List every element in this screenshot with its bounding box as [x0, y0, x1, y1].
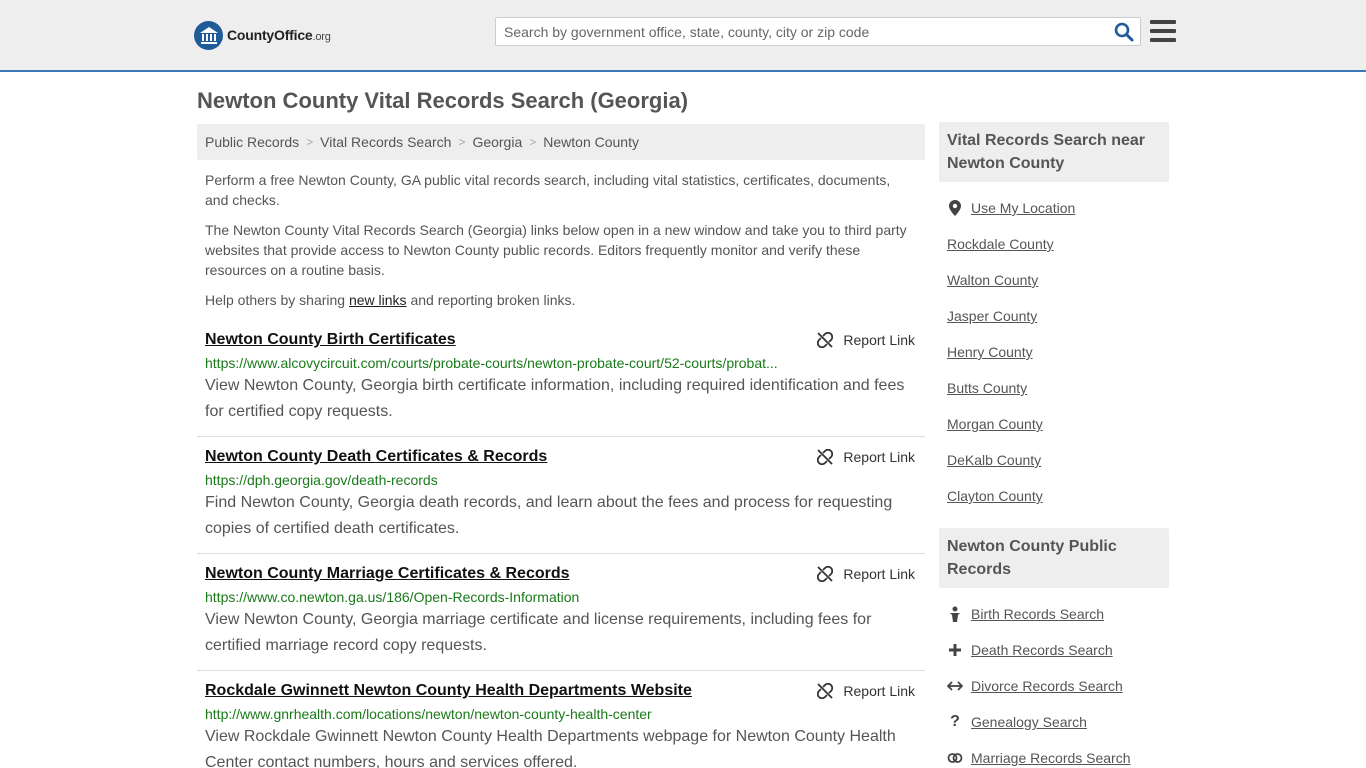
- use-location-item: Use My Location: [947, 190, 1161, 226]
- nearby-county-link[interactable]: Rockdale County: [947, 236, 1054, 252]
- breadcrumb-separator-icon: >: [458, 135, 466, 149]
- nearby-county-item: Jasper County: [947, 298, 1161, 334]
- result-title-link[interactable]: Newton County Birth Certificates: [205, 330, 456, 350]
- nearby-county-link[interactable]: Butts County: [947, 380, 1027, 396]
- intro-paragraph-2: The Newton County Vital Records Search (…: [205, 222, 907, 278]
- public-record-item: Death Records Search: [947, 632, 1161, 668]
- sidebar-heading-nearby: Vital Records Search near Newton County: [939, 122, 1169, 182]
- intro-text: Perform a free Newton County, GA public …: [205, 170, 917, 320]
- cross-icon: [947, 642, 963, 658]
- logo-tld: .org: [312, 31, 331, 43]
- breadcrumb-georgia[interactable]: Georgia: [472, 134, 522, 150]
- result-description: View Rockdale Gwinnett Newton County Hea…: [205, 728, 896, 768]
- logo-text: CountyOffice.org: [227, 27, 331, 43]
- public-record-link[interactable]: Marriage Records Search: [971, 750, 1131, 766]
- use-my-location-link[interactable]: Use My Location: [971, 200, 1075, 216]
- search-input[interactable]: [496, 18, 1106, 45]
- result-url: http://www.gnrhealth.com/locations/newto…: [205, 706, 652, 722]
- nearby-county-item: Morgan County: [947, 406, 1161, 442]
- report-link-label: Report Link: [843, 449, 915, 465]
- result-description: View Newton County, Georgia birth certif…: [205, 377, 905, 420]
- report-link-label: Report Link: [843, 566, 915, 582]
- report-link-button[interactable]: Report Link: [817, 683, 915, 699]
- public-record-item: Divorce Records Search: [947, 668, 1161, 704]
- result-item: Rockdale Gwinnett Newton County Health D…: [197, 671, 925, 768]
- sidebar-heading-public-records: Newton County Public Records: [939, 528, 1169, 588]
- nearby-county-item: Rockdale County: [947, 226, 1161, 262]
- logo-badge-icon: [194, 20, 223, 50]
- nearby-county-link[interactable]: DeKalb County: [947, 452, 1041, 468]
- result-item: Newton County Death Certificates & Recor…: [197, 437, 925, 554]
- intro-text-after: and reporting broken links.: [406, 292, 576, 308]
- logo-word: CountyOffice: [227, 27, 313, 43]
- public-record-link[interactable]: Birth Records Search: [971, 606, 1104, 622]
- map-pin-icon: [947, 200, 963, 216]
- nearby-county-link[interactable]: Morgan County: [947, 416, 1043, 432]
- public-record-item: ? Genealogy Search: [947, 704, 1161, 740]
- search-box: [495, 17, 1141, 46]
- result-title-link[interactable]: Newton County Marriage Certificates & Re…: [205, 564, 570, 584]
- breadcrumb-separator-icon: >: [306, 135, 314, 149]
- result-url: https://www.co.newton.ga.us/186/Open-Rec…: [205, 589, 580, 605]
- result-item: Newton County Birth Certificates Report …: [197, 320, 925, 437]
- breadcrumb-newton-county: Newton County: [543, 134, 639, 150]
- broken-link-icon: [817, 683, 834, 699]
- question-icon: ?: [950, 713, 960, 730]
- site-header: CountyOffice.org: [0, 0, 1366, 72]
- results-list: Newton County Birth Certificates Report …: [197, 320, 925, 768]
- nearby-county-link[interactable]: Jasper County: [947, 308, 1037, 324]
- nearby-county-link[interactable]: Clayton County: [947, 488, 1043, 504]
- arrows-split-icon: [947, 678, 963, 694]
- report-link-button[interactable]: Report Link: [817, 332, 915, 348]
- intro-text-before: Help others by sharing: [205, 292, 349, 308]
- sidebar: Vital Records Search near Newton County …: [939, 122, 1169, 768]
- nearby-county-link[interactable]: Henry County: [947, 344, 1033, 360]
- public-record-item: Marriage Records Search: [947, 740, 1161, 768]
- new-links-link[interactable]: new links: [349, 292, 407, 308]
- breadcrumb-separator-icon: >: [529, 135, 537, 149]
- baby-icon: [947, 606, 963, 622]
- intro-paragraph-1: Perform a free Newton County, GA public …: [205, 172, 891, 208]
- result-title-link[interactable]: Newton County Death Certificates & Recor…: [205, 447, 547, 467]
- search-icon[interactable]: [1114, 22, 1134, 42]
- broken-link-icon: [817, 332, 834, 348]
- result-url: https://dph.georgia.gov/death-records: [205, 472, 438, 488]
- breadcrumb-vital-records[interactable]: Vital Records Search: [320, 134, 451, 150]
- result-title-link[interactable]: Rockdale Gwinnett Newton County Health D…: [205, 681, 692, 701]
- result-description: View Newton County, Georgia marriage cer…: [205, 611, 872, 654]
- public-record-link[interactable]: Genealogy Search: [971, 714, 1087, 730]
- nearby-county-item: DeKalb County: [947, 442, 1161, 478]
- report-link-button[interactable]: Report Link: [817, 566, 915, 582]
- public-record-link[interactable]: Divorce Records Search: [971, 678, 1123, 694]
- public-record-link[interactable]: Death Records Search: [971, 642, 1113, 658]
- nearby-county-item: Clayton County: [947, 478, 1161, 514]
- public-record-item: Birth Records Search: [947, 596, 1161, 632]
- hamburger-menu-icon[interactable]: [1150, 19, 1176, 43]
- result-url: https://www.alcovycircuit.com/courts/pro…: [205, 355, 778, 371]
- result-item: Newton County Marriage Certificates & Re…: [197, 554, 925, 671]
- site-logo[interactable]: CountyOffice.org: [194, 20, 331, 50]
- breadcrumb-public-records[interactable]: Public Records: [205, 134, 299, 150]
- breadcrumb: Public Records > Vital Records Search > …: [197, 124, 925, 160]
- public-records-list: Birth Records Search Death Records Searc…: [939, 588, 1169, 768]
- broken-link-icon: [817, 449, 834, 465]
- nearby-counties-list: Use My Location Rockdale County Walton C…: [939, 182, 1169, 528]
- intro-paragraph-3: Help others by sharing new links and rep…: [205, 290, 917, 310]
- nearby-county-link[interactable]: Walton County: [947, 272, 1038, 288]
- report-link-button[interactable]: Report Link: [817, 449, 915, 465]
- rings-icon: [947, 750, 963, 766]
- result-description: Find Newton County, Georgia death record…: [205, 494, 893, 537]
- report-link-label: Report Link: [843, 332, 915, 348]
- broken-link-icon: [817, 566, 834, 582]
- report-link-label: Report Link: [843, 683, 915, 699]
- nearby-county-item: Butts County: [947, 370, 1161, 406]
- nearby-county-item: Henry County: [947, 334, 1161, 370]
- page-title: Newton County Vital Records Search (Geor…: [197, 88, 689, 113]
- nearby-county-item: Walton County: [947, 262, 1161, 298]
